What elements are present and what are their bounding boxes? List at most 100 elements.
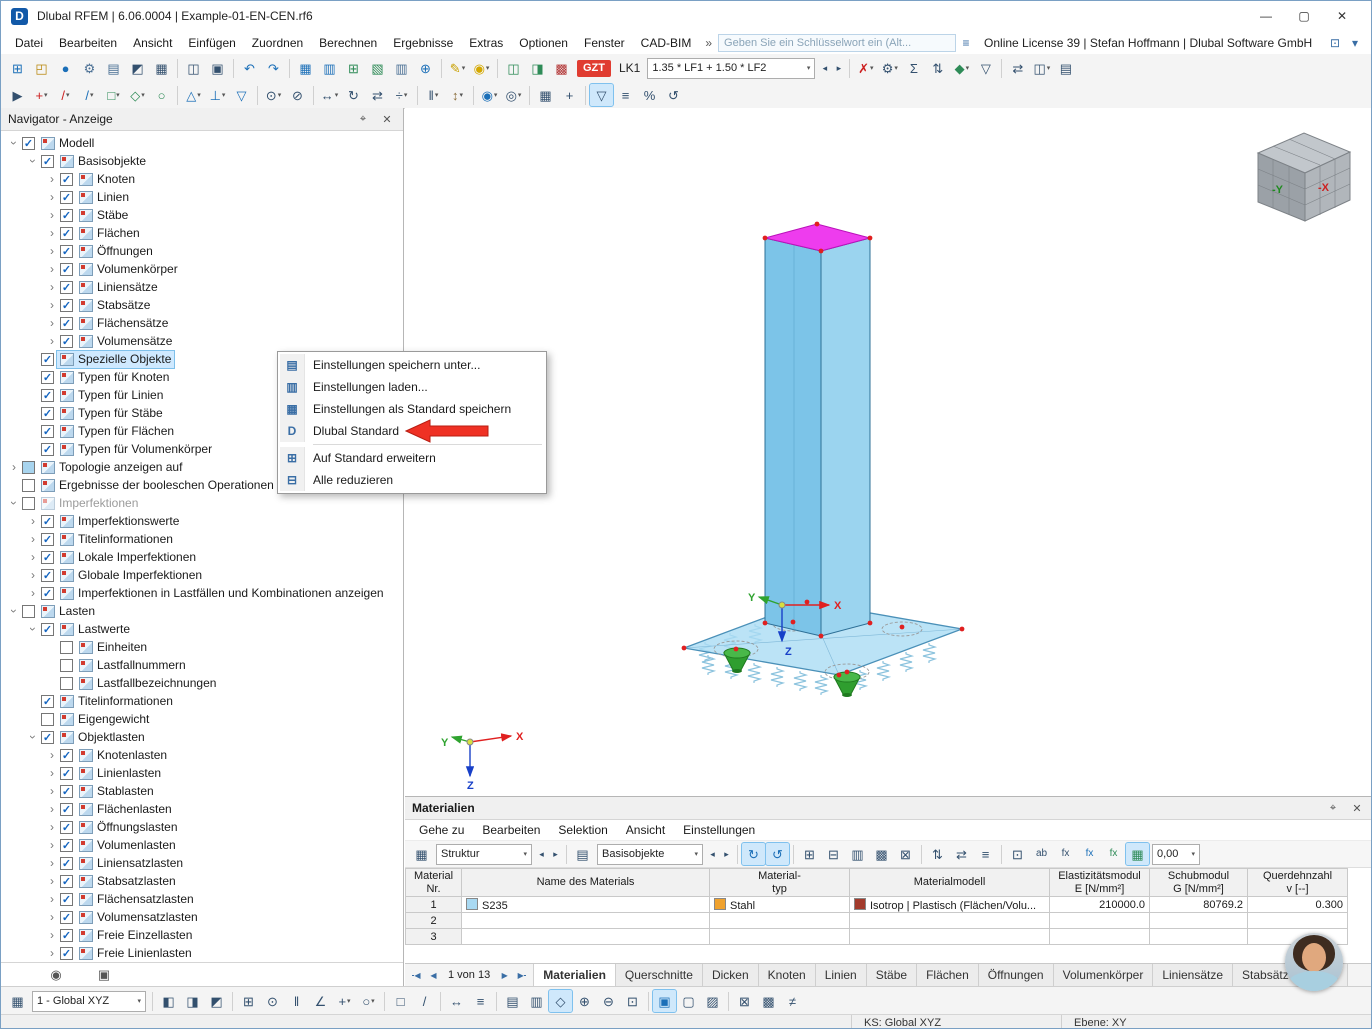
tree-item-body[interactable]: Flächensätze: [76, 315, 171, 332]
save-icon[interactable]: ◩: [126, 57, 149, 79]
visibility-icon[interactable]: ◉ ▾: [478, 84, 501, 106]
clipboard-icon[interactable]: ▣: [206, 57, 229, 79]
tree-item-flächensätze[interactable]: › ✓ Flächensätze: [1, 314, 403, 332]
checkbox-stabsatzlasten[interactable]: ✓: [60, 874, 73, 888]
tree-item-body[interactable]: Volumensätze: [76, 333, 175, 350]
tree-item-body[interactable]: Eigengewicht: [57, 711, 152, 728]
select-all-rows-icon[interactable]: ▩: [870, 843, 893, 865]
tree-item-body[interactable]: Stabsätze: [76, 297, 153, 314]
edit-cell-icon[interactable]: ▥: [846, 843, 869, 865]
member-hinge-icon[interactable]: ⊙ ▾: [262, 84, 285, 106]
checkbox-volumensätze[interactable]: ✓: [60, 334, 73, 348]
checkbox-lokale-imperfektionen[interactable]: ✓: [41, 550, 54, 564]
poisson-cell[interactable]: 0.300: [1247, 896, 1348, 913]
line-hinge-icon[interactable]: ⊘: [286, 84, 309, 106]
checkbox-imperfektionen[interactable]: [22, 496, 35, 510]
tree-item-body[interactable]: Typen für Stäbe: [57, 405, 166, 422]
tab-materialien[interactable]: Materialien: [534, 964, 616, 986]
collapse-icon[interactable]: ›: [45, 856, 59, 870]
checkbox-typen-für-linien[interactable]: ✓: [41, 388, 54, 402]
result-table-toggle-icon[interactable]: ▦: [1125, 842, 1150, 866]
load-wizard-icon[interactable]: ◨: [526, 57, 549, 79]
collapse-icon[interactable]: ›: [45, 748, 59, 762]
tree-item-lasten[interactable]: › Lasten: [1, 602, 403, 620]
insert-opening-icon[interactable]: ○: [150, 84, 173, 106]
tree-item-liniensatzlasten[interactable]: › ✓ Liniensatzlasten: [1, 854, 403, 872]
render-solid-icon[interactable]: ▣: [652, 989, 677, 1013]
material-type-cell[interactable]: [709, 928, 850, 945]
workplane-combo[interactable]: 1 - Global XYZ ▾: [32, 990, 146, 1012]
checkbox-liniensätze[interactable]: ✓: [60, 280, 73, 294]
database-settings-icon[interactable]: ⚙: [78, 57, 101, 79]
expand-icon[interactable]: ›: [7, 136, 21, 150]
fx-edit-icon[interactable]: fx: [1078, 843, 1101, 865]
collapse-icon[interactable]: ›: [45, 874, 59, 888]
close-panel-icon[interactable]: ✕: [378, 111, 396, 127]
table-row[interactable]: 1 S235 Stahl Isotrop | Plastisch (Flächen/V…: [405, 896, 1348, 913]
column-header-querdehnzahl[interactable]: Querdehnzahl v [--]: [1247, 868, 1348, 897]
polar-input-icon[interactable]: ○ ▾: [357, 990, 380, 1012]
collapse-icon[interactable]: ›: [45, 820, 59, 834]
materials-menu-bearbeiten[interactable]: Bearbeiten: [474, 821, 548, 839]
new-model-icon[interactable]: ⊞: [6, 57, 29, 79]
tree-item-imperfektionen-in-lastfällen-und-kombinationen-anzeigen[interactable]: › ✓ Imperfektionen in Lastfällen und Kombi…: [1, 584, 403, 602]
pin-panel-icon[interactable]: ⌖: [354, 111, 372, 127]
tree-item-body[interactable]: Ergebnisse der booleschen Operationen: [38, 477, 277, 494]
delete-row-icon[interactable]: ⊟: [822, 843, 845, 865]
collapse-icon[interactable]: ›: [26, 532, 40, 546]
collapse-icon[interactable]: ›: [45, 262, 59, 276]
tab-dicken[interactable]: Dicken: [702, 964, 759, 986]
globe-online-icon[interactable]: ⊕: [414, 57, 437, 79]
tree-item-globale-imperfektionen[interactable]: › ✓ Globale Imperfektionen: [1, 566, 403, 584]
window-layout-icon[interactable]: ◫ ▾: [1030, 57, 1053, 79]
tree-item-body[interactable]: Imperfektionswerte: [57, 513, 182, 530]
checkbox-topologie-anzeigen-auf[interactable]: [22, 460, 35, 474]
tree-item-knotenlasten[interactable]: › ✓ Knotenlasten: [1, 746, 403, 764]
grid-snap-icon[interactable]: ⊞: [237, 990, 260, 1012]
context-menu-item-auf-standard-erweitern[interactable]: ⊞ Auf Standard erweitern: [280, 447, 544, 469]
tree-item-knoten[interactable]: › ✓ Knoten: [1, 170, 403, 188]
project-navigator-icon[interactable]: ▤: [102, 57, 125, 79]
tree-item-body[interactable]: Liniensätze: [76, 279, 161, 296]
collapse-icon[interactable]: ›: [26, 568, 40, 582]
checkbox-ergebnisse-der-booleschen-operationen[interactable]: [22, 478, 35, 492]
undo-icon[interactable]: ↶: [238, 57, 261, 79]
tab-öffnungen[interactable]: Öffnungen: [978, 964, 1054, 986]
tree-item-body[interactable]: Topologie anzeigen auf: [38, 459, 185, 476]
tree-item-stäbe[interactable]: › ✓ Stäbe: [1, 206, 403, 224]
tree-item-body[interactable]: Lokale Imperfektionen: [57, 549, 199, 566]
ortho-mode-icon[interactable]: ∠: [309, 990, 332, 1012]
zoom-all-icon[interactable]: ⊡: [621, 990, 644, 1012]
next-page-icon[interactable]: ▶: [497, 971, 512, 980]
float-panel-icon[interactable]: ⊡: [1325, 34, 1345, 52]
tree-item-freie-linienlasten[interactable]: › ✓ Freie Linienlasten: [1, 944, 403, 962]
background-settings-icon[interactable]: ▩: [757, 990, 780, 1012]
display-properties-icon[interactable]: ✎ ▾: [446, 57, 469, 79]
tree-item-body[interactable]: Knoten: [76, 171, 138, 188]
guidelines-icon[interactable]: ‖ ▾: [422, 84, 445, 106]
measure-icon[interactable]: ↔: [445, 990, 468, 1012]
design-situation-badge[interactable]: GZT: [577, 59, 611, 77]
column-solid[interactable]: [764, 223, 872, 637]
collapse-icon[interactable]: ›: [26, 514, 40, 528]
tree-item-freie-einzellasten[interactable]: › ✓ Freie Einzellasten: [1, 926, 403, 944]
load-transfer-icon[interactable]: ◫: [502, 57, 525, 79]
select-rectangle-icon[interactable]: □: [389, 990, 412, 1012]
tree-item-body[interactable]: Liniensatzlasten: [76, 855, 186, 872]
loading-tool-icon[interactable]: ⇅: [926, 57, 949, 79]
checkbox-linien[interactable]: ✓: [60, 190, 73, 204]
import-table-icon[interactable]: ⇄: [950, 843, 973, 865]
table-view-icon[interactable]: ▦: [410, 843, 433, 865]
expand-table-icon[interactable]: ⊡: [1006, 843, 1029, 865]
column-header-elastizitätsmodul[interactable]: Elastizitätsmodul E [N/mm²]: [1049, 868, 1150, 897]
column-header-schubmodul[interactable]: Schubmodul G [N/mm²]: [1149, 868, 1248, 897]
e-modulus-cell[interactable]: [1049, 912, 1150, 929]
rotate-icon[interactable]: ↻: [342, 84, 365, 106]
collapse-icon[interactable]: ›: [45, 802, 59, 816]
insert-node-icon[interactable]: + ▾: [30, 84, 53, 106]
tab-flächen[interactable]: Flächen: [917, 964, 979, 986]
mirror-icon[interactable]: ⇄: [366, 84, 389, 106]
collapse-icon[interactable]: ›: [45, 226, 59, 240]
tree-item-body[interactable]: Spezielle Objekte: [55, 349, 176, 369]
menu-fenster[interactable]: Fenster: [576, 33, 633, 53]
